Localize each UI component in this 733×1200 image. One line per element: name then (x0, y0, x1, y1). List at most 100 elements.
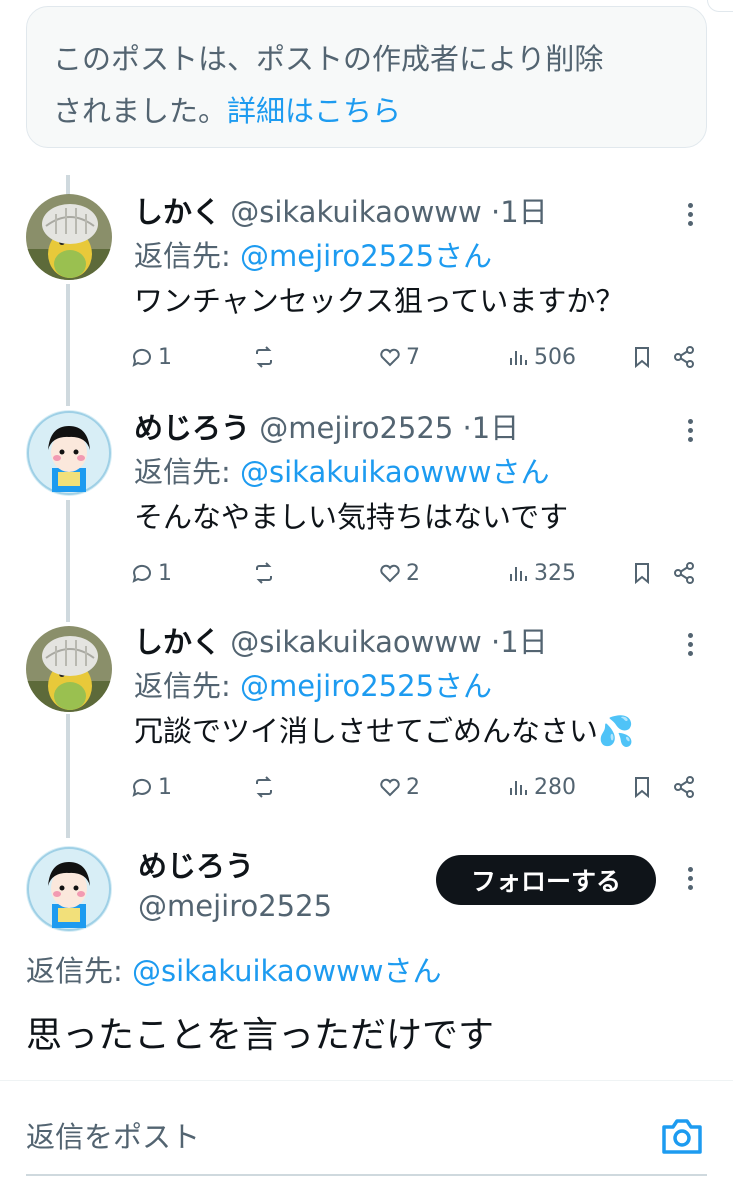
reply-button[interactable]: 1 (130, 556, 172, 590)
reply-icon (132, 564, 151, 583)
retweet-button[interactable] (252, 556, 280, 590)
input-underline (26, 1174, 707, 1176)
retweet-button[interactable] (252, 770, 280, 804)
avatar-cartoon-icon (26, 846, 112, 932)
tweet[interactable]: しかく @sikakuikaowww ·1日 返信先: @mejiro2525さ… (0, 192, 733, 408)
share-button[interactable] (672, 556, 696, 590)
like-button[interactable]: 2 (378, 556, 420, 590)
user-handle[interactable]: @mejiro2525 (259, 411, 453, 445)
reply-count: 1 (158, 560, 172, 586)
share-icon (674, 346, 694, 368)
more-icon[interactable] (685, 630, 695, 664)
more-icon[interactable] (685, 864, 695, 898)
timestamp[interactable]: 1日 (500, 625, 547, 659)
separator-dot: · (490, 195, 501, 229)
bookmark-button[interactable] (630, 340, 654, 374)
tweet-actions: 1 2 280 (130, 770, 700, 804)
bookmark-icon (635, 777, 649, 799)
main-post-handle[interactable]: @mejiro2525 (138, 886, 332, 926)
tweet-text: 冗談でツイ消しさせてごめんなさい💦 (134, 714, 635, 748)
bookmark-button[interactable] (630, 770, 654, 804)
tweet-header: しかく @sikakuikaowww ·1日 (134, 192, 548, 232)
retweet-icon (256, 776, 272, 798)
tweet-text: ワンチャンセックス狙っていますか？ (134, 284, 625, 318)
reply-mention-link[interactable]: @mejiro2525さん (240, 239, 492, 273)
reply-to: 返信先: @mejiro2525さん (134, 666, 492, 706)
reply-to: 返信先: @sikakuikaowwwさん (134, 452, 550, 492)
tweet-header: しかく @sikakuikaowww ·1日 (134, 622, 548, 662)
deleted-notice-text: されました。 (53, 94, 228, 128)
views-icon (510, 567, 527, 581)
retweet-icon (256, 562, 272, 584)
views-icon (510, 351, 527, 365)
separator-dot: · (490, 625, 501, 659)
reply-icon (132, 348, 151, 367)
main-post-text: 思ったことを言っただけです (26, 1015, 495, 1056)
reply-mention-link[interactable]: @sikakuikaowwwさん (132, 954, 442, 988)
tweet-text: そんなやましい気持ちはないです (134, 500, 569, 534)
reply-button[interactable]: 1 (130, 770, 172, 804)
divider (0, 1080, 733, 1081)
tweet-header: めじろう @mejiro2525 ·1日 (134, 408, 519, 448)
camera-icon (662, 1119, 702, 1154)
views-button[interactable]: 325 (506, 556, 576, 590)
views-count: 325 (534, 560, 576, 586)
display-name[interactable]: めじろう (134, 411, 250, 445)
views-button[interactable]: 280 (506, 770, 576, 804)
user-handle[interactable]: @sikakuikaowww (230, 195, 482, 229)
tweet-actions: 1 2 325 (130, 556, 700, 590)
views-icon (510, 781, 527, 795)
deleted-notice-line2: されました。詳細はこちら (53, 85, 686, 137)
views-button[interactable]: 506 (506, 340, 576, 374)
like-button[interactable]: 2 (378, 770, 420, 804)
like-count: 2 (406, 560, 420, 586)
display-name[interactable]: しかく (134, 195, 221, 229)
like-icon (380, 778, 400, 797)
more-icon[interactable] (685, 416, 695, 450)
tweet[interactable]: しかく @sikakuikaowww ·1日 返信先: @mejiro2525さ… (0, 622, 733, 838)
learn-more-link[interactable]: 詳細はこちら (227, 94, 401, 128)
reply-prefix: 返信先: (26, 954, 132, 988)
reply-button[interactable]: 1 (130, 340, 172, 374)
reply-mention-link[interactable]: @sikakuikaowwwさん (240, 455, 550, 489)
deleted-notice-line1: このポストは、ポストの作成者により削除 (53, 42, 604, 76)
like-button[interactable]: 7 (378, 340, 420, 374)
main-post-reply-to: 返信先: @sikakuikaowwwさん (26, 950, 442, 992)
top-corner-decoration (707, 0, 733, 12)
views-count: 506 (534, 344, 576, 370)
timestamp[interactable]: 1日 (500, 195, 547, 229)
share-button[interactable] (672, 770, 696, 804)
avatar[interactable] (26, 846, 112, 932)
follow-button[interactable]: フォローする (436, 855, 656, 905)
separator-dot: · (462, 411, 472, 445)
reply-input[interactable] (26, 1112, 636, 1162)
share-icon (674, 776, 694, 798)
display-name[interactable]: しかく (134, 625, 221, 659)
tweet[interactable]: めじろう @mejiro2525 ·1日 返信先: @sikakuikaowww… (0, 408, 733, 624)
bookmark-icon (635, 563, 649, 585)
bookmark-icon (635, 347, 649, 369)
user-handle[interactable]: @sikakuikaowww (230, 625, 482, 659)
bookmark-button[interactable] (630, 556, 654, 590)
like-icon (380, 348, 400, 367)
reply-prefix: 返信先: (134, 239, 240, 273)
like-count: 7 (406, 344, 420, 370)
timestamp[interactable]: 1日 (472, 411, 519, 445)
main-post-display-name[interactable]: めじろう (138, 846, 254, 886)
retweet-button[interactable] (252, 340, 280, 374)
reply-icon (132, 778, 151, 797)
like-icon (380, 564, 400, 583)
reply-prefix: 返信先: (134, 669, 240, 703)
reply-prefix: 返信先: (134, 455, 240, 489)
reply-mention-link[interactable]: @mejiro2525さん (240, 669, 492, 703)
more-icon[interactable] (685, 200, 695, 234)
share-button[interactable] (672, 340, 696, 374)
like-count: 2 (406, 774, 420, 800)
views-count: 280 (534, 774, 576, 800)
deleted-post-notice: このポストは、ポストの作成者により削除 されました。詳細はこちら (26, 6, 707, 148)
tweet-actions: 1 7 506 (130, 340, 700, 374)
reply-to: 返信先: @mejiro2525さん (134, 236, 492, 276)
reply-count: 1 (158, 344, 172, 370)
camera-button[interactable] (660, 1116, 704, 1156)
share-icon (674, 562, 694, 584)
